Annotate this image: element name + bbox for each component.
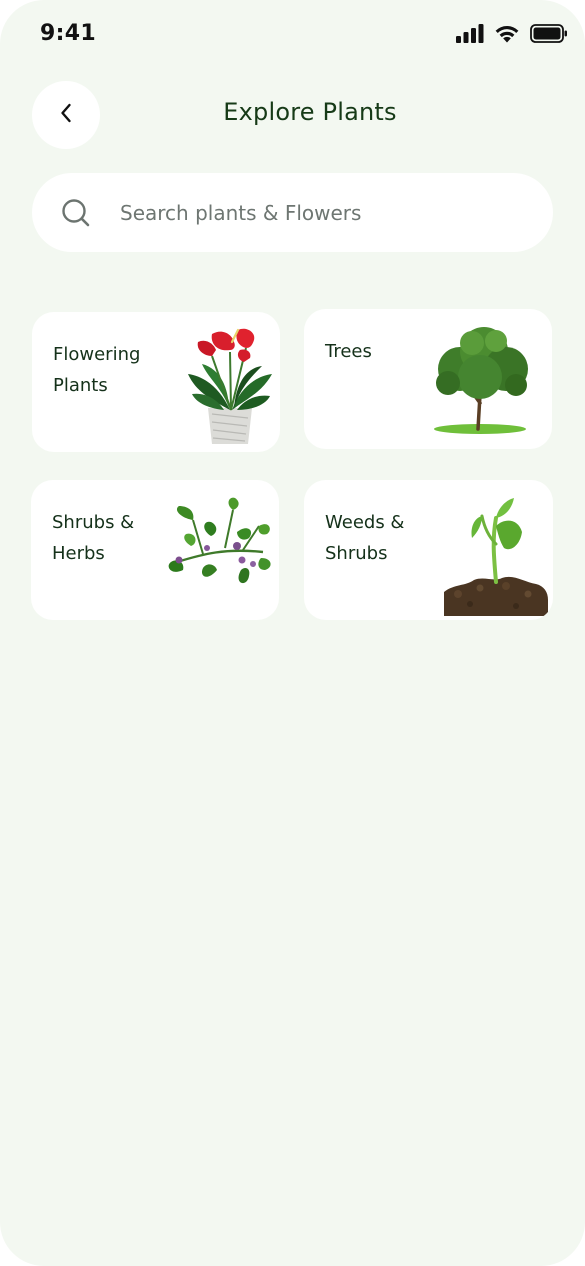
- status-bar: 9:41: [0, 0, 585, 70]
- tree-image: [428, 325, 540, 441]
- category-label: Flowering Plants: [53, 344, 141, 396]
- category-label: Shrubs & Herbs: [52, 512, 135, 564]
- search-bar[interactable]: [32, 173, 553, 252]
- category-label: Trees: [325, 341, 372, 362]
- battery-icon: [530, 24, 568, 47]
- herb-sprig-image: [163, 496, 275, 596]
- category-card-trees[interactable]: Trees: [304, 309, 552, 449]
- seedling-in-soil-image: [444, 496, 550, 620]
- app-screen: 9:41 Explore Plants Search plants & Flow…: [0, 0, 585, 1266]
- status-icons: [456, 24, 568, 47]
- back-button[interactable]: [32, 81, 100, 149]
- page-title: Explore Plants: [223, 98, 397, 126]
- search-icon: [59, 196, 93, 230]
- category-label: Weeds & Shrubs: [325, 512, 405, 564]
- category-card-weeds-shrubs[interactable]: Weeds & Shrubs: [304, 480, 553, 620]
- chevron-left-icon: [59, 102, 73, 128]
- category-card-flowering-plants[interactable]: Flowering Plants: [32, 312, 280, 452]
- status-time: 9:41: [40, 21, 96, 46]
- wifi-icon: [494, 24, 520, 47]
- search-input[interactable]: [118, 191, 532, 235]
- potted-anthurium-image: [182, 322, 277, 452]
- cellular-signal-icon: [456, 24, 484, 47]
- category-card-shrubs-herbs[interactable]: Shrubs & Herbs: [31, 480, 279, 620]
